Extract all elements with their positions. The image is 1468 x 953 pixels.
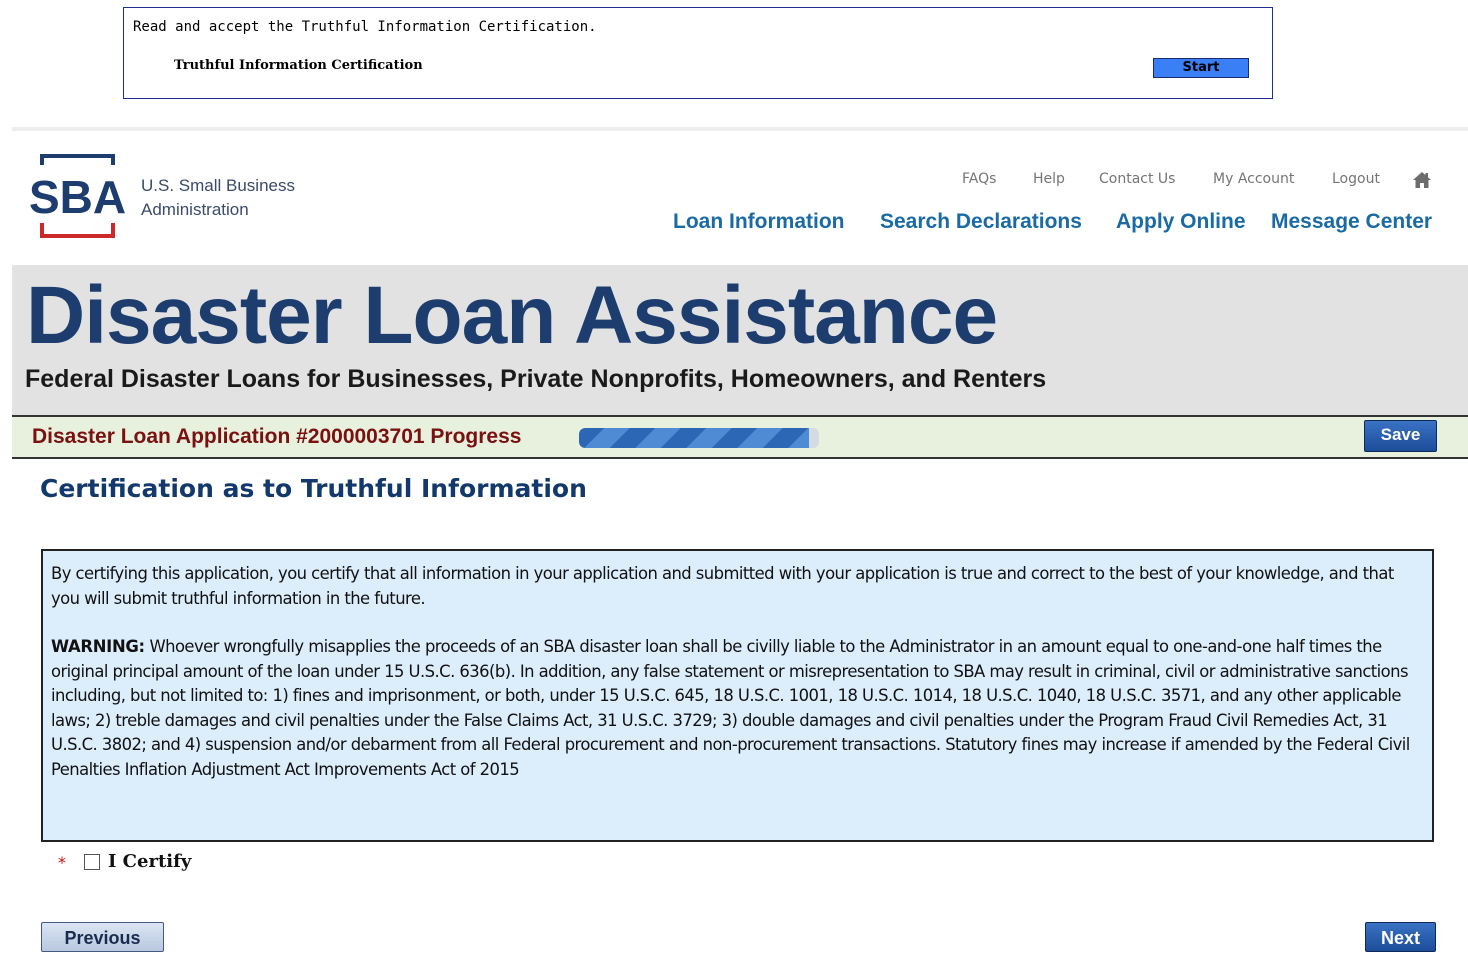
top-separator	[12, 127, 1468, 131]
sba-logo-icon: SBA	[29, 154, 126, 238]
nav-search-declarations[interactable]: Search Declarations	[880, 210, 1082, 234]
nav-loan-information[interactable]: Loan Information	[673, 210, 845, 234]
warning-paragraph: WARNING: Whoever wrongfully misapplies t…	[51, 635, 1424, 782]
nav-my-account[interactable]: My Account	[1213, 171, 1294, 187]
logo-text: U.S. Small Business Administration	[141, 174, 295, 222]
progress-bar-row: Disaster Loan Application #2000003701 Pr…	[12, 415, 1468, 459]
start-button[interactable]: Start	[1153, 58, 1249, 78]
certification-text-box: By certifying this application, you cert…	[41, 549, 1434, 842]
logo-line2: Administration	[141, 200, 249, 219]
certify-label[interactable]: I Certify	[108, 851, 191, 872]
banner-title: Disaster Loan Assistance	[26, 270, 998, 361]
warning-label: WARNING:	[51, 637, 145, 656]
certification-paragraph: By certifying this application, you cert…	[51, 564, 1394, 608]
next-button[interactable]: Next	[1365, 922, 1436, 952]
logo-mark: SBA	[29, 171, 126, 223]
banner: Disaster Loan Assistance Federal Disaste…	[12, 265, 1468, 415]
task-label: Truthful Information Certification	[174, 58, 423, 73]
nav-apply-online[interactable]: Apply Online	[1116, 210, 1246, 234]
progress-track	[579, 428, 819, 448]
nav-help[interactable]: Help	[1033, 171, 1065, 187]
application-progress-label: Disaster Loan Application #2000003701 Pr…	[32, 425, 522, 448]
previous-button[interactable]: Previous	[41, 922, 164, 952]
nav-faqs[interactable]: FAQs	[962, 171, 996, 187]
banner-subtitle: Federal Disaster Loans for Businesses, P…	[25, 365, 1047, 393]
nav-logout[interactable]: Logout	[1332, 171, 1380, 187]
required-mark: *	[58, 853, 66, 872]
task-instruction: Read and accept the Truthful Information…	[133, 19, 597, 35]
nav-message-center[interactable]: Message Center	[1271, 210, 1432, 234]
certify-checkbox[interactable]	[84, 854, 100, 870]
nav-contact-us[interactable]: Contact Us	[1099, 171, 1175, 187]
save-button[interactable]: Save	[1364, 420, 1437, 452]
home-icon[interactable]	[1412, 171, 1432, 193]
certification-task-box: Read and accept the Truthful Information…	[123, 7, 1273, 99]
page-title: Certification as to Truthful Information	[40, 474, 587, 503]
warning-text: Whoever wrongfully misapplies the procee…	[51, 637, 1410, 779]
progress-fill	[579, 428, 810, 448]
logo-line1: U.S. Small Business	[141, 176, 295, 195]
